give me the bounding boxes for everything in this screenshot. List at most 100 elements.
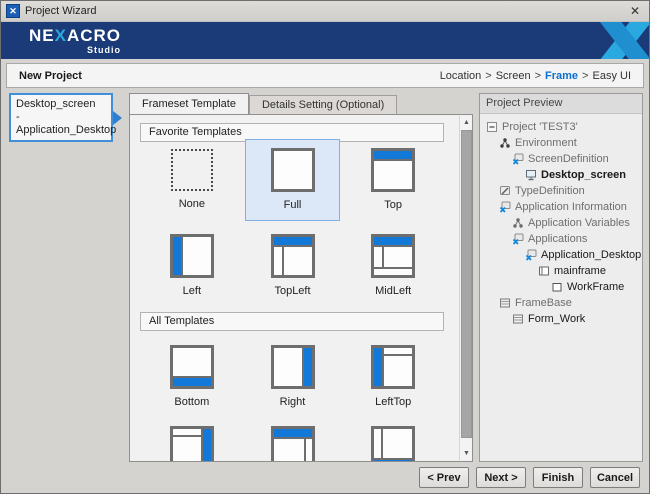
template-label: Left: [183, 285, 201, 297]
tab-details-setting[interactable]: Details Setting (Optional): [249, 95, 397, 114]
template-full-icon: [271, 148, 315, 192]
tree-item-desktop-screen[interactable]: Desktop_screen: [480, 167, 642, 183]
tree-item-project[interactable]: Project 'TEST3': [480, 119, 642, 135]
tree-item-typedefinition[interactable]: TypeDefinition: [480, 183, 642, 199]
scroll-down-icon[interactable]: ▼: [460, 447, 473, 460]
brand-wordmark: NEXACRO: [29, 27, 121, 44]
template-right-icon: [271, 345, 315, 389]
template-topright-icon: [271, 426, 315, 462]
tree-item-environment[interactable]: Environment: [480, 135, 642, 151]
tree-item-application-desktop[interactable]: Application_Desktop: [480, 247, 642, 263]
tree-label: Desktop_screen: [541, 169, 626, 181]
tree-label: Application Variables: [528, 217, 630, 229]
template-left-icon: [170, 234, 214, 278]
template-topright[interactable]: [245, 417, 341, 462]
tree-label: TypeDefinition: [515, 185, 585, 197]
grid-icon: [499, 297, 511, 309]
selected-screen-box[interactable]: Desktop_screen - Application_Desktop: [9, 93, 113, 142]
template-righttop-icon: [170, 426, 214, 462]
cluster-icon: [499, 137, 511, 149]
x-emblem-icon: [589, 22, 649, 59]
tree-item-mainframe[interactable]: mainframe: [480, 263, 642, 279]
tree-label: Applications: [528, 233, 587, 245]
next-button[interactable]: Next >: [476, 467, 526, 488]
close-icon[interactable]: ✕: [626, 3, 644, 19]
template-label: None: [179, 198, 205, 210]
template-label: TopLeft: [274, 285, 310, 297]
breadcrumb-screen: Screen: [496, 70, 531, 82]
all-row-1: Bottom Right LeftTop: [144, 336, 446, 418]
tree-label: Application Information: [515, 201, 627, 213]
vertical-scrollbar[interactable]: ▲ ▼: [459, 116, 473, 460]
breadcrumb: Location>Screen>Frame>Easy UI: [440, 70, 631, 82]
tree-label: Environment: [515, 137, 577, 149]
square-frame-icon: [551, 281, 563, 293]
template-top-icon: [371, 148, 415, 192]
scroll-up-icon[interactable]: ▲: [460, 116, 473, 129]
template-righttop[interactable]: [144, 417, 240, 462]
template-label: Full: [284, 199, 302, 211]
brand-subtitle: Studio: [29, 45, 121, 55]
project-preview-title: Project Preview: [480, 94, 642, 114]
tree-label: FrameBase: [515, 297, 572, 309]
footer-button-bar: < Prev Next > Finish Cancel: [1, 467, 649, 491]
template-label: LeftTop: [375, 396, 411, 408]
template-right[interactable]: Right: [245, 336, 341, 418]
favorites-row-1: None Full Top: [144, 139, 446, 221]
tree-item-screendefinition[interactable]: ScreenDefinition: [480, 151, 642, 167]
prev-button[interactable]: < Prev: [419, 467, 469, 488]
template-full[interactable]: Full: [245, 139, 341, 221]
arrow-right-icon: [113, 111, 122, 125]
project-wizard-dialog: ✕ Project Wizard ✕ NEXACRO Studio New Pr…: [0, 0, 650, 494]
tree-label: ScreenDefinition: [528, 153, 609, 165]
template-lefttop[interactable]: LeftTop: [345, 336, 441, 418]
template-left[interactable]: Left: [144, 225, 240, 307]
tree-label: Form_Work: [528, 313, 585, 325]
breadcrumb-frame-active: Frame: [545, 70, 578, 82]
all-templates-header: All Templates: [140, 312, 444, 331]
template-bottomleft[interactable]: [345, 417, 441, 462]
template-topleft[interactable]: TopLeft: [245, 225, 341, 307]
template-bottomleft-icon: [371, 426, 415, 462]
template-topleft-icon: [271, 234, 315, 278]
tree-item-application-information[interactable]: Application Information: [480, 199, 642, 215]
template-lefttop-icon: [371, 345, 415, 389]
all-row-2: [144, 417, 446, 462]
window-x-icon: [512, 233, 524, 245]
template-none[interactable]: None: [144, 139, 240, 221]
cancel-button[interactable]: Cancel: [590, 467, 640, 488]
wizard-step-header: New Project Location>Screen>Frame>Easy U…: [6, 63, 644, 88]
app-icon: ✕: [6, 4, 20, 18]
breadcrumb-location: Location: [440, 70, 482, 82]
project-preview-tree: Project 'TEST3' Environment ScreenDefini…: [480, 114, 642, 327]
tree-item-form-work[interactable]: Form_Work: [480, 311, 642, 327]
brand-x: X: [55, 26, 67, 45]
template-midleft[interactable]: MidLeft: [345, 225, 441, 307]
template-tabs: Frameset Template Details Setting (Optio…: [129, 93, 397, 114]
tree-item-framebase[interactable]: FrameBase: [480, 295, 642, 311]
tree-label: Application_Desktop: [541, 249, 641, 261]
brand-post: ACRO: [67, 26, 121, 45]
tree-item-applications[interactable]: Applications: [480, 231, 642, 247]
tree-label: Project 'TEST3': [502, 121, 578, 133]
brand-header: NEXACRO Studio: [1, 22, 649, 59]
tree-label: WorkFrame: [567, 281, 624, 293]
selected-screen-name: Desktop_screen: [16, 98, 106, 111]
finish-button[interactable]: Finish: [533, 467, 583, 488]
brand-pre: NE: [29, 26, 55, 45]
template-bottom[interactable]: Bottom: [144, 336, 240, 418]
tree-item-application-variables[interactable]: Application Variables: [480, 215, 642, 231]
template-top[interactable]: Top: [345, 139, 441, 221]
collapse-box-icon: [486, 121, 498, 133]
tab-frameset-template[interactable]: Frameset Template: [129, 93, 249, 114]
window-x-icon: [512, 153, 524, 165]
template-label: Right: [280, 396, 306, 408]
scrollbar-thumb[interactable]: [461, 130, 472, 438]
project-preview-panel: Project Preview Project 'TEST3' Environm…: [479, 93, 643, 462]
form-icon: [512, 313, 524, 325]
window-x-icon: [499, 201, 511, 213]
tree-item-workframe[interactable]: WorkFrame: [480, 279, 642, 295]
breadcrumb-separator: >: [535, 70, 541, 82]
title-bar: ✕ Project Wizard ✕: [1, 1, 649, 22]
breadcrumb-separator: >: [485, 70, 491, 82]
